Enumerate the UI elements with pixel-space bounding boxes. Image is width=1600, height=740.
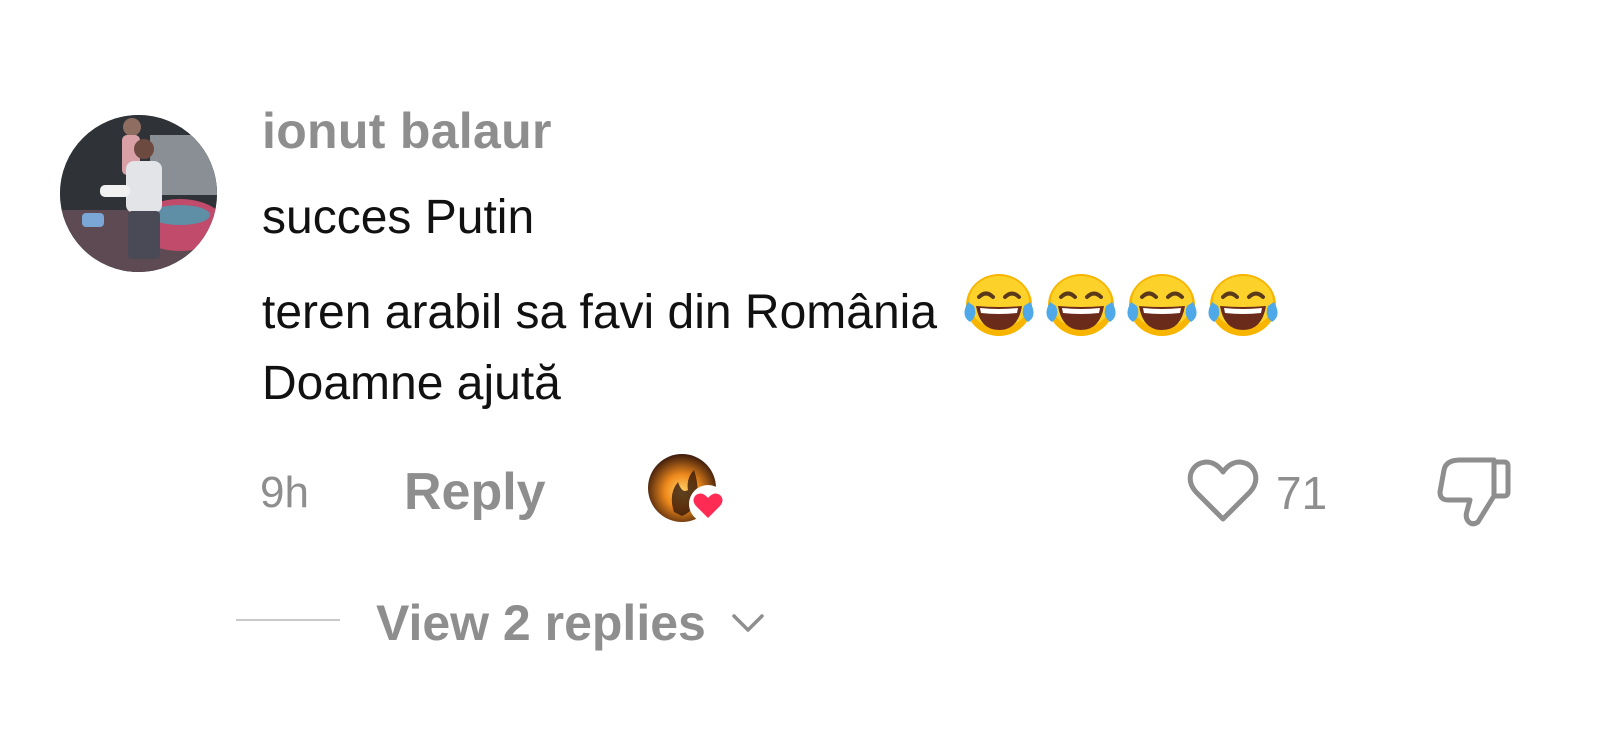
comment-username[interactable]: ionut balaur [262, 102, 552, 160]
comment-text-line-2: teren arabil sa favi din România [262, 272, 1280, 350]
face-with-tears-of-joy-icon [1208, 274, 1278, 336]
chevron-down-icon [732, 614, 764, 632]
like-button[interactable] [1186, 458, 1260, 524]
avatar[interactable] [60, 115, 217, 272]
face-with-tears-of-joy-icon [964, 274, 1034, 336]
reply-button[interactable]: Reply [404, 462, 546, 522]
avatar-photo [60, 115, 217, 272]
thumbs-down-icon [1437, 457, 1511, 527]
view-replies-button[interactable]: View 2 replies [376, 594, 766, 652]
creator-liked-heart-icon [648, 454, 727, 523]
comment-text-line-1: succes Putin [262, 191, 535, 244]
comment-timestamp: 9h [260, 468, 309, 517]
replies-divider [236, 619, 340, 621]
comment-text-line-2-text: teren arabil sa favi din România [262, 286, 938, 339]
face-with-tears-of-joy-icon [1127, 274, 1197, 336]
creator-liked-badge [648, 454, 730, 528]
view-replies-label: View 2 replies [376, 595, 706, 651]
dislike-button[interactable] [1436, 456, 1512, 528]
face-with-tears-of-joy-icon [1046, 274, 1116, 336]
like-count: 71 [1276, 467, 1328, 519]
emoji-group [962, 272, 1280, 350]
comment-text-line-3: Doamne ajută [262, 357, 561, 410]
heart-outline-icon [1187, 459, 1259, 522]
